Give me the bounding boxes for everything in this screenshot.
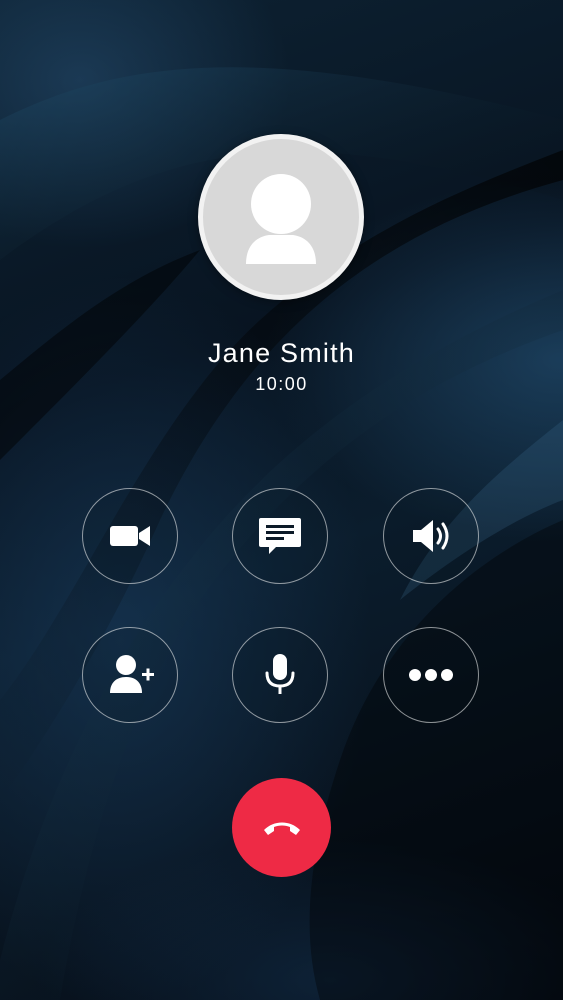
end-call-button[interactable] xyxy=(232,778,331,877)
message-icon xyxy=(259,518,301,554)
call-timer: 10:00 xyxy=(255,374,308,394)
hang-up-icon xyxy=(263,822,300,835)
caller-avatar xyxy=(198,134,364,300)
video-button[interactable] xyxy=(82,488,178,584)
person-icon xyxy=(246,174,316,264)
speaker-icon xyxy=(413,520,449,552)
mute-button[interactable] xyxy=(232,627,328,723)
add-user-icon xyxy=(110,655,154,693)
call-screen: Jane Smith 10:00 xyxy=(0,0,563,1000)
video-camera-icon xyxy=(110,526,150,546)
speaker-button[interactable] xyxy=(383,488,479,584)
message-button[interactable] xyxy=(232,488,328,584)
add-participant-button[interactable] xyxy=(82,627,178,723)
caller-name: Jane Smith xyxy=(207,338,356,368)
more-icon xyxy=(409,669,453,681)
more-button[interactable] xyxy=(383,627,479,723)
microphone-icon xyxy=(265,654,295,694)
